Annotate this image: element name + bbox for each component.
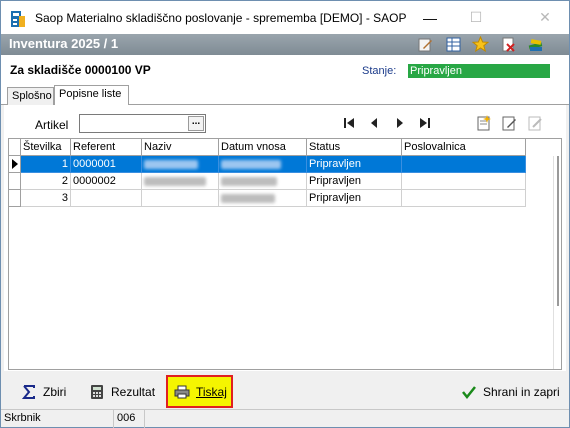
last-record-button[interactable] [417,115,433,131]
favorite-star-icon[interactable] [472,36,489,53]
delete-record-icon[interactable] [526,114,544,132]
cell-poslovalnica [402,156,526,173]
next-record-button[interactable] [392,115,408,131]
status-user: Skrbnik [1,410,114,428]
info-row: Za skladišče 0000100 VP Stanje: Pripravl… [1,55,569,85]
title-bar: Saop Materialno skladiščno poslovanje - … [1,1,569,34]
new-record-icon[interactable] [475,114,493,132]
form-title: Inventura 2025 / 1 [9,36,119,51]
table-row[interactable]: 1 0000001 Pripravljen [9,156,526,173]
minimize-icon: — [423,9,437,26]
printer-icon [174,384,190,400]
cell-status: Pripravljen [307,190,402,207]
previous-record-button[interactable] [366,115,382,131]
maximize-button[interactable]: ☐ [453,1,499,34]
ellipsis-icon: ... [191,116,201,127]
previous-icon [371,118,377,128]
cell-datum-redacted [219,156,307,173]
close-icon: ✕ [539,9,551,25]
row-pointer-icon [12,159,18,169]
tab-splosno[interactable]: Splošno [7,87,54,105]
tiskaj-button[interactable]: Tiskaj [174,381,227,403]
zbiri-label: Zbiri [43,385,67,399]
maximize-icon: ☐ [469,9,483,25]
status-code: 006 [114,410,145,428]
zbiri-button[interactable]: Zbiri [21,381,66,403]
popisne-liste-grid: Številka Referent Naziv Datum vnosa Stat… [8,138,562,370]
cell-datum-redacted [219,173,307,190]
main-window: Saop Materialno skladiščno poslovanje - … [0,0,570,428]
col-datum-vnosa[interactable]: Datum vnosa [219,139,307,156]
row-pointer [9,173,21,190]
tab-strip: Splošno Popisne liste [1,85,569,106]
cell-referent: 0000002 [71,173,142,190]
scrollbar-thumb[interactable] [557,156,559,306]
first-record-button[interactable] [341,115,357,131]
action-bar: Zbiri Rezultat Shrani in zapri [1,373,569,409]
col-referent[interactable]: Referent [71,139,142,156]
calculator-icon [89,384,105,400]
warehouse-label: Za skladišče 0000100 VP [10,63,151,77]
form-header: Inventura 2025 / 1 [1,34,569,55]
cell-poslovalnica [402,190,526,207]
first-icon [344,118,354,128]
last-icon [420,118,430,128]
col-poslovalnica[interactable]: Poslovalnica [402,139,526,156]
cell-stevilka: 2 [21,173,71,190]
table-row[interactable]: 2 0000002 Pripravljen [9,173,526,190]
tab-popisne-liste[interactable]: Popisne liste [54,85,129,106]
cell-status: Pripravljen [307,173,402,190]
cell-datum-redacted [219,190,307,207]
cell-stevilka: 1 [21,156,71,173]
cell-stevilka: 3 [21,190,71,207]
cell-naziv [142,190,219,207]
close-button[interactable]: ✕ [522,1,568,34]
col-status[interactable]: Status [307,139,402,156]
grid-header: Številka Referent Naziv Datum vnosa Stat… [9,139,526,156]
col-stevilka[interactable]: Številka [21,139,71,156]
edit-record-icon[interactable] [500,114,518,132]
row-pointer [9,190,21,207]
tiskaj-highlight: Tiskaj [166,375,233,408]
tab-popisne-liste-label: Popisne liste [59,88,122,100]
tab-splosno-label: Splošno [12,90,52,102]
artikel-label: Artikel [35,118,69,132]
popisne-liste-panel: Artikel ... Številka Referent Naziv Datu… [4,105,566,371]
cell-naziv-redacted [142,173,219,190]
cell-status: Pripravljen [307,156,402,173]
next-icon [397,118,403,128]
sigma-icon [21,384,37,400]
shrani-in-zapri-button[interactable]: Shrani in zapri [461,381,560,403]
window-title: Saop Materialno skladiščno poslovanje - … [35,11,407,25]
status-value: Pripravljen [410,65,462,77]
books-icon[interactable] [527,36,544,53]
grid-vertical-scrollbar[interactable] [553,156,561,369]
cell-referent [71,190,142,207]
edit-icon[interactable] [417,36,434,53]
row-indicator-header [9,139,21,156]
app-icon [11,11,25,27]
tiskaj-label: Tiskaj [196,385,227,399]
minimize-button[interactable]: — [407,1,453,34]
cell-referent: 0000001 [71,156,142,173]
table-icon[interactable] [445,36,462,53]
status-bar: Skrbnik 006 [1,409,569,428]
rezultat-button[interactable]: Rezultat [89,381,155,403]
status-label: Stanje: [362,65,397,77]
rezultat-label: Rezultat [111,385,156,399]
table-row[interactable]: 3 Pripravljen [9,190,526,207]
cell-naziv-redacted [142,156,219,173]
row-pointer [9,156,21,173]
shrani-label: Shrani in zapri [483,385,560,399]
checkmark-icon [461,384,477,400]
status-empty [145,410,569,428]
col-naziv[interactable]: Naziv [142,139,219,156]
status-badge: Pripravljen [408,64,550,78]
artikel-input[interactable]: ... [79,114,206,133]
cell-poslovalnica [402,173,526,190]
delete-doc-icon[interactable] [500,36,517,53]
artikel-browse-button[interactable]: ... [188,116,204,131]
